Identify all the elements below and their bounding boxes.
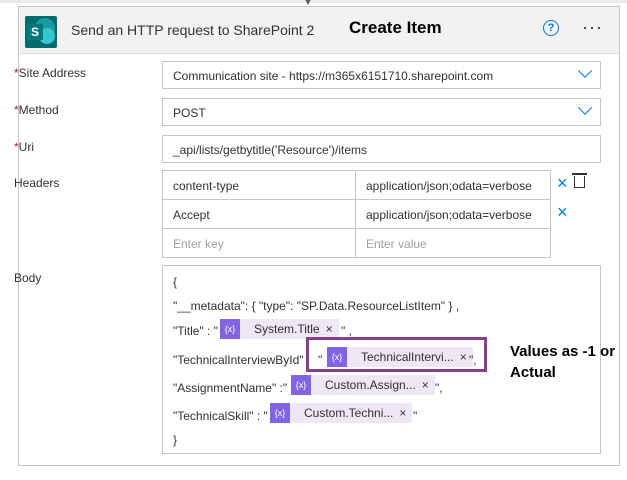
body-label: Body — [14, 271, 42, 285]
site-address-dropdown[interactable]: Communication site - https://m365x615171… — [162, 61, 601, 89]
uri-label: *Uri — [14, 140, 34, 154]
remove-token-icon[interactable]: × — [326, 322, 339, 336]
remove-token-icon[interactable]: × — [399, 406, 412, 420]
action-header[interactable]: S Send an HTTP request to SharePoint 2 C… — [19, 7, 619, 54]
method-dropdown[interactable]: POST — [162, 98, 601, 126]
headers-table: content-type application/json;odata=verb… — [162, 170, 551, 258]
expression-icon: {x} — [291, 375, 311, 395]
dynamic-content-token[interactable]: {x} System.Title × — [220, 319, 339, 339]
body-line: "__metadata": { "type": "SP.Data.Resourc… — [173, 299, 460, 313]
body-line: { — [173, 275, 178, 289]
delete-icon[interactable] — [572, 173, 587, 188]
body-line: "Title" : " — [173, 324, 219, 338]
method-value: POST — [173, 106, 206, 120]
method-label: *Method — [14, 103, 59, 117]
header-value-input[interactable]: application/json;odata=verbose — [356, 200, 550, 229]
site-address-value: Communication site - https://m365x615171… — [173, 69, 494, 83]
header-key-input[interactable]: Accept — [163, 200, 356, 229]
header-key-input[interactable]: Enter key — [163, 229, 356, 258]
help-icon[interactable]: ? — [543, 20, 559, 36]
uri-input[interactable]: _api/lists/getbytitle('Resource')/items — [162, 135, 601, 163]
highlight-box — [306, 337, 487, 372]
remove-header-icon[interactable]: × — [557, 174, 568, 192]
remove-token-icon[interactable]: × — [422, 378, 435, 392]
dynamic-content-token[interactable]: {x} Custom.Assign... × — [291, 375, 435, 395]
dynamic-content-token[interactable]: {x} Custom.Techni... × — [270, 403, 413, 423]
body-line: "AssignmentName" :" — [173, 381, 288, 395]
overlay-caption: Create Item — [349, 18, 442, 37]
body-line: "TechnicalInterviewById" — [173, 353, 304, 367]
sharepoint-logo-icon: S — [25, 16, 57, 48]
expression-icon: {x} — [220, 319, 240, 339]
annotation-note: Values as -1 or Actual — [510, 343, 616, 381]
header-value-input[interactable]: application/json;odata=verbose — [356, 171, 550, 200]
site-address-label: *Site Address — [14, 66, 87, 80]
more-options-icon[interactable]: ··· — [582, 17, 603, 38]
uri-value: _api/lists/getbytitle('Resource')/items — [173, 143, 367, 157]
headers-label: Headers — [14, 176, 60, 190]
chevron-down-icon[interactable] — [577, 100, 593, 115]
expression-icon: {x} — [270, 403, 290, 423]
body-line: } — [173, 433, 178, 447]
remove-header-icon[interactable]: × — [557, 203, 568, 221]
previous-step-edge — [0, 0, 627, 3]
chevron-down-icon[interactable] — [577, 63, 593, 78]
header-key-input[interactable]: content-type — [163, 171, 356, 200]
body-line: "TechnicalSkill" : " — [173, 409, 268, 423]
action-title[interactable]: Send an HTTP request to SharePoint 2 — [71, 22, 314, 38]
header-value-input[interactable]: Enter value — [356, 229, 550, 258]
